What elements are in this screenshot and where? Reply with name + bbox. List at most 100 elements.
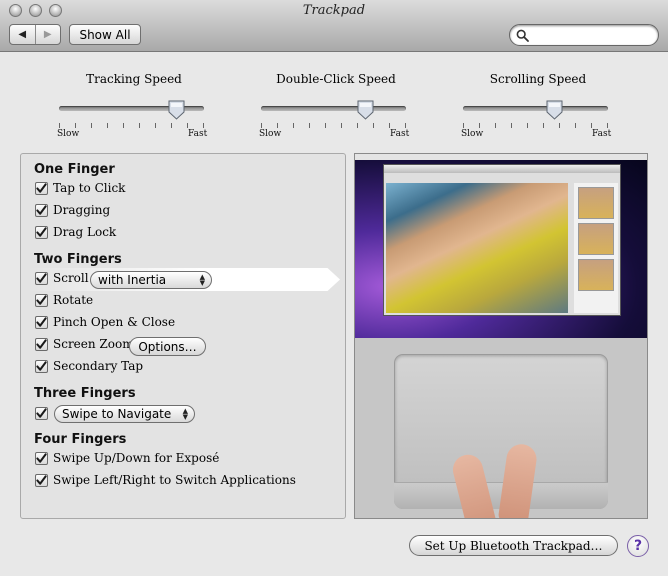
window-title: Trackpad — [302, 3, 366, 18]
swipe-navigate-popup[interactable]: Swipe to Navigate ▲ ▼ — [54, 405, 195, 423]
slider-tick — [261, 123, 262, 128]
option-label: Pinch Open & Close — [53, 315, 176, 329]
checkmark-icon — [36, 204, 47, 215]
slider-tick — [139, 123, 140, 128]
option-label: Screen Zoom — [53, 337, 134, 351]
slider-tick — [543, 123, 544, 128]
double-click-speed-slider[interactable]: Double-Click Speed Slow Fast — [259, 72, 411, 142]
slider-thumb[interactable] — [546, 100, 563, 120]
checkbox[interactable] — [35, 451, 48, 465]
slider-tick — [75, 123, 76, 128]
tracking-speed-slider[interactable]: Tracking Speed Slow Fast — [57, 72, 209, 142]
slider-min-label: Slow — [259, 129, 282, 139]
slider-tick — [341, 123, 342, 128]
search-input[interactable] — [534, 27, 652, 43]
popup-value: Swipe to Navigate — [62, 407, 172, 421]
checkbox[interactable] — [35, 225, 48, 239]
switch-apps-swipe-option[interactable]: Swipe Left/Right to Switch Applications — [35, 472, 296, 488]
slider-track[interactable] — [463, 106, 608, 111]
show-all-button[interactable]: Show All — [69, 24, 141, 45]
gesture-preview — [354, 153, 648, 519]
scroll-option[interactable]: Scroll — [35, 270, 89, 286]
slider-thumb[interactable] — [168, 100, 185, 120]
rotate-option[interactable]: Rotate — [35, 292, 93, 308]
preview-window-titlebar — [384, 165, 620, 173]
dragging-option[interactable]: Dragging — [35, 202, 110, 218]
pinch-option[interactable]: Pinch Open & Close — [35, 314, 175, 330]
slider-ticks — [463, 123, 608, 129]
zoom-options-button[interactable]: Options… — [129, 337, 206, 356]
checkbox[interactable] — [35, 271, 48, 285]
slider-max-label: Fast — [592, 129, 612, 139]
search-field[interactable] — [509, 24, 659, 46]
slider-tick — [107, 123, 108, 128]
slider-tick — [575, 123, 576, 128]
preview-screen-image — [355, 154, 647, 338]
checkbox[interactable] — [35, 473, 48, 487]
slider-ticks — [261, 123, 406, 129]
screen-zoom-option[interactable]: Screen Zoom — [35, 336, 134, 352]
checkbox[interactable] — [35, 181, 48, 195]
slider-tick — [91, 123, 92, 128]
checkmark-icon — [36, 360, 47, 371]
checkmark-icon — [36, 452, 47, 463]
checkmark-icon — [36, 407, 47, 418]
slider-tick — [405, 123, 406, 128]
preview-thumbnails — [574, 183, 618, 313]
two-fingers-heading: Two Fingers — [34, 252, 122, 267]
tap-to-click-option[interactable]: Tap to Click — [35, 180, 125, 196]
scrolling-speed-slider[interactable]: Scrolling Speed Slow Fast — [461, 72, 613, 142]
checkbox[interactable] — [35, 293, 48, 307]
slider-tick — [495, 123, 496, 128]
slider-ticks — [59, 123, 204, 129]
three-finger-swipe-option[interactable] — [35, 405, 53, 421]
slider-label: Tracking Speed — [86, 72, 182, 86]
secondary-tap-option[interactable]: Secondary Tap — [35, 358, 143, 374]
checkmark-icon — [36, 226, 47, 237]
checkmark-icon — [36, 272, 47, 283]
checkbox[interactable] — [35, 359, 48, 373]
option-label: Scroll — [53, 271, 89, 285]
slider-track[interactable] — [261, 106, 406, 111]
slider-tick — [187, 123, 188, 128]
slider-tick — [309, 123, 310, 128]
slider-tick — [527, 123, 528, 128]
drag-lock-option[interactable]: Drag Lock — [35, 224, 116, 240]
option-label: Swipe Up/Down for Exposé — [53, 451, 220, 465]
slider-max-label: Fast — [390, 129, 410, 139]
option-label: Rotate — [53, 293, 94, 307]
checkbox[interactable] — [35, 203, 48, 217]
option-label: Drag Lock — [53, 225, 117, 239]
updown-arrows-icon: ▲ ▼ — [199, 273, 205, 287]
slider-tick — [607, 123, 608, 128]
slider-tick — [325, 123, 326, 128]
checkbox[interactable] — [35, 315, 48, 329]
four-fingers-heading: Four Fingers — [34, 432, 127, 447]
help-button[interactable]: ? — [627, 535, 649, 557]
slider-min-label: Slow — [461, 129, 484, 139]
slider-tick — [203, 123, 204, 128]
updown-arrows-icon: ▲ ▼ — [182, 407, 188, 421]
checkbox[interactable] — [35, 337, 48, 351]
slider-thumb[interactable] — [357, 100, 374, 120]
back-forward-control: ◀ ▶ — [9, 24, 61, 45]
preview-photo — [386, 183, 568, 313]
checkbox[interactable] — [35, 406, 48, 420]
back-button[interactable]: ◀ — [10, 25, 35, 44]
option-label: Tap to Click — [53, 181, 126, 195]
slider-tick — [511, 123, 512, 128]
setup-bluetooth-trackpad-button[interactable]: Set Up Bluetooth Trackpad… — [409, 535, 618, 556]
checkmark-icon — [36, 474, 47, 485]
scroll-inertia-popup[interactable]: with Inertia ▲ ▼ — [90, 271, 212, 289]
question-mark-icon: ? — [633, 538, 643, 554]
magnifier-icon — [516, 29, 529, 42]
one-finger-heading: One Finger — [34, 162, 115, 177]
slider-tick — [155, 123, 156, 128]
checkmark-icon — [36, 294, 47, 305]
window-titlebar: Trackpad ◀ ▶ Show All — [0, 0, 668, 52]
forward-button[interactable]: ▶ — [34, 25, 61, 44]
option-label: Secondary Tap — [53, 359, 144, 373]
preview-menubar — [355, 154, 647, 160]
slider-tick — [123, 123, 124, 128]
expose-swipe-option[interactable]: Swipe Up/Down for Exposé — [35, 450, 219, 466]
